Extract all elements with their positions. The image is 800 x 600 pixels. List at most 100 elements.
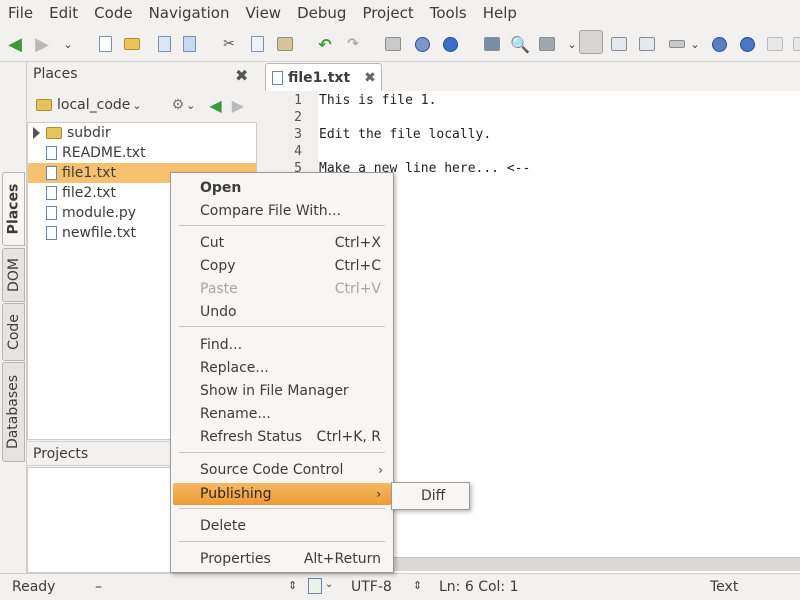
side-tab-code[interactable]: Code xyxy=(2,303,25,361)
menu-navigation[interactable]: Navigation xyxy=(141,0,238,26)
updown-icon[interactable]: ⇕ xyxy=(288,579,297,592)
save-icon[interactable] xyxy=(155,35,173,53)
menu-view[interactable]: View xyxy=(237,0,289,26)
menu-item-label: Refresh Status xyxy=(200,429,302,445)
code-line[interactable]: This is file 1. xyxy=(319,93,436,108)
menu-item-replace[interactable]: Replace... xyxy=(171,357,393,379)
close-icon[interactable]: ✖ xyxy=(235,66,248,85)
toggle-left-pane-icon[interactable] xyxy=(579,30,603,54)
line-number: 1 xyxy=(294,93,302,108)
redo-icon[interactable]: ↷ xyxy=(344,35,362,53)
menu-help[interactable]: Help xyxy=(475,0,525,26)
open-folder-icon[interactable] xyxy=(123,35,141,53)
tab-file1[interactable]: file1.txt ✖ xyxy=(265,63,382,92)
chevron-down-icon[interactable]: ⌄ xyxy=(325,579,333,590)
preview-icon[interactable] xyxy=(413,35,431,53)
menu-item-shortcut: Ctrl+K, R xyxy=(316,429,381,445)
location-selector[interactable]: local_code ⌄ ⚙ ⌄ ◀ ▶ xyxy=(30,92,255,118)
save-all-icon[interactable] xyxy=(180,35,198,53)
menu-item-label: Paste xyxy=(200,281,238,297)
menu-code[interactable]: Code xyxy=(86,0,140,26)
side-tab-databases[interactable]: Databases xyxy=(2,362,25,462)
file-icon xyxy=(46,226,57,240)
print-icon[interactable] xyxy=(384,35,402,53)
menu-item-show-in-file-manager[interactable]: Show in File Manager xyxy=(171,380,393,402)
chevron-down-icon[interactable]: ⌄ xyxy=(132,99,141,112)
language-label[interactable]: Text xyxy=(710,579,738,595)
submenu-arrow-icon: › xyxy=(378,463,383,477)
menu-item-label: Compare File With... xyxy=(200,203,341,219)
side-tab-dom[interactable]: DOM xyxy=(2,248,25,302)
menu-item-find[interactable]: Find... xyxy=(171,334,393,356)
submenu-item-diff[interactable]: Diff xyxy=(421,488,445,504)
close-tab-icon[interactable]: ✖ xyxy=(364,70,376,86)
menu-item-label: Copy xyxy=(200,258,236,274)
menu-item-label: Properties xyxy=(200,551,271,567)
chevron-down-icon[interactable]: ⌄ xyxy=(186,99,195,112)
menu-file[interactable]: File xyxy=(0,0,41,26)
line-number: 4 xyxy=(294,144,302,159)
menu-item-publishing[interactable]: Publishing › xyxy=(173,483,391,505)
menu-item-copy[interactable]: Copy Ctrl+C xyxy=(171,255,393,277)
tree-item-readme[interactable]: README.txt xyxy=(28,143,256,163)
menu-item-shortcut: Ctrl+X xyxy=(334,235,381,251)
menu-item-properties[interactable]: Properties Alt+Return xyxy=(171,548,393,570)
browser-preview-icon[interactable] xyxy=(441,35,459,53)
menu-item-undo[interactable]: Undo xyxy=(171,301,393,323)
menu-item-refresh-status[interactable]: Refresh Status Ctrl+K, R xyxy=(171,426,393,448)
cut-icon[interactable]: ✂ xyxy=(220,35,238,53)
back-icon[interactable]: ◀ xyxy=(6,34,24,55)
add-icon[interactable] xyxy=(738,35,756,53)
run-command-icon[interactable] xyxy=(538,35,556,53)
file-status-icon[interactable] xyxy=(308,578,322,594)
menu-item-shortcut: Ctrl+C xyxy=(334,258,381,274)
menu-separator xyxy=(179,508,385,509)
forward-icon[interactable]: ▶ xyxy=(232,96,244,115)
code-line[interactable]: Edit the file locally. xyxy=(319,127,491,142)
menu-item-rename[interactable]: Rename... xyxy=(171,403,393,425)
publishing-submenu: Diff xyxy=(391,482,470,510)
tab-label: file1.txt xyxy=(288,70,351,86)
menu-separator xyxy=(179,225,385,226)
expand-icon[interactable] xyxy=(33,127,40,139)
new-file-icon[interactable] xyxy=(96,35,114,53)
gear-icon[interactable]: ⚙ xyxy=(172,97,185,113)
horizontal-scrollbar[interactable] xyxy=(394,557,800,571)
toggle-bottom-pane-icon[interactable] xyxy=(610,35,628,53)
more-icon[interactable] xyxy=(792,35,800,53)
updown-icon[interactable]: ⇕ xyxy=(413,579,422,592)
side-tab-label: Code xyxy=(5,314,22,350)
tree-item-label: module.py xyxy=(62,205,137,221)
menu-edit[interactable]: Edit xyxy=(41,0,86,26)
remove-icon[interactable] xyxy=(766,35,784,53)
menu-item-shortcut: Ctrl+V xyxy=(334,281,381,297)
menu-item-open[interactable]: Open xyxy=(171,177,393,199)
history-dropdown-icon[interactable]: ⌄ xyxy=(59,35,77,53)
toggle-right-pane-icon[interactable] xyxy=(638,35,656,53)
menu-item-label: Undo xyxy=(200,304,237,320)
menu-item-source-code-control[interactable]: Source Code Control › xyxy=(171,459,393,481)
back-icon[interactable]: ◀ xyxy=(209,96,221,115)
tree-item-subdir[interactable]: subdir xyxy=(28,123,256,143)
menu-debug[interactable]: Debug xyxy=(289,0,354,26)
view-whitespace-icon[interactable] xyxy=(668,35,686,53)
undo-icon[interactable]: ↶ xyxy=(316,35,334,54)
line-number: 3 xyxy=(294,127,302,142)
menu-tools[interactable]: Tools xyxy=(422,0,475,26)
sync-icon[interactable] xyxy=(710,35,728,53)
view-dropdown-icon[interactable]: ⌄ xyxy=(686,35,704,53)
debug-icon[interactable] xyxy=(483,35,501,53)
paste-icon[interactable] xyxy=(276,35,294,53)
side-tab-places[interactable]: Places xyxy=(2,172,25,246)
forward-icon[interactable]: ▶ xyxy=(33,34,51,55)
menu-item-shortcut: Alt+Return xyxy=(303,551,381,567)
menu-item-compare[interactable]: Compare File With... xyxy=(171,200,393,222)
menu-project[interactable]: Project xyxy=(354,0,421,26)
cursor-position: Ln: 6 Col: 1 xyxy=(439,579,519,595)
menu-item-delete[interactable]: Delete xyxy=(171,515,393,537)
copy-icon[interactable] xyxy=(248,35,266,53)
menu-item-cut[interactable]: Cut Ctrl+X xyxy=(171,232,393,254)
find-icon[interactable]: 🔍 xyxy=(510,35,530,54)
menu-item-label: Cut xyxy=(200,235,225,251)
encoding-label[interactable]: UTF-8 xyxy=(351,579,392,595)
